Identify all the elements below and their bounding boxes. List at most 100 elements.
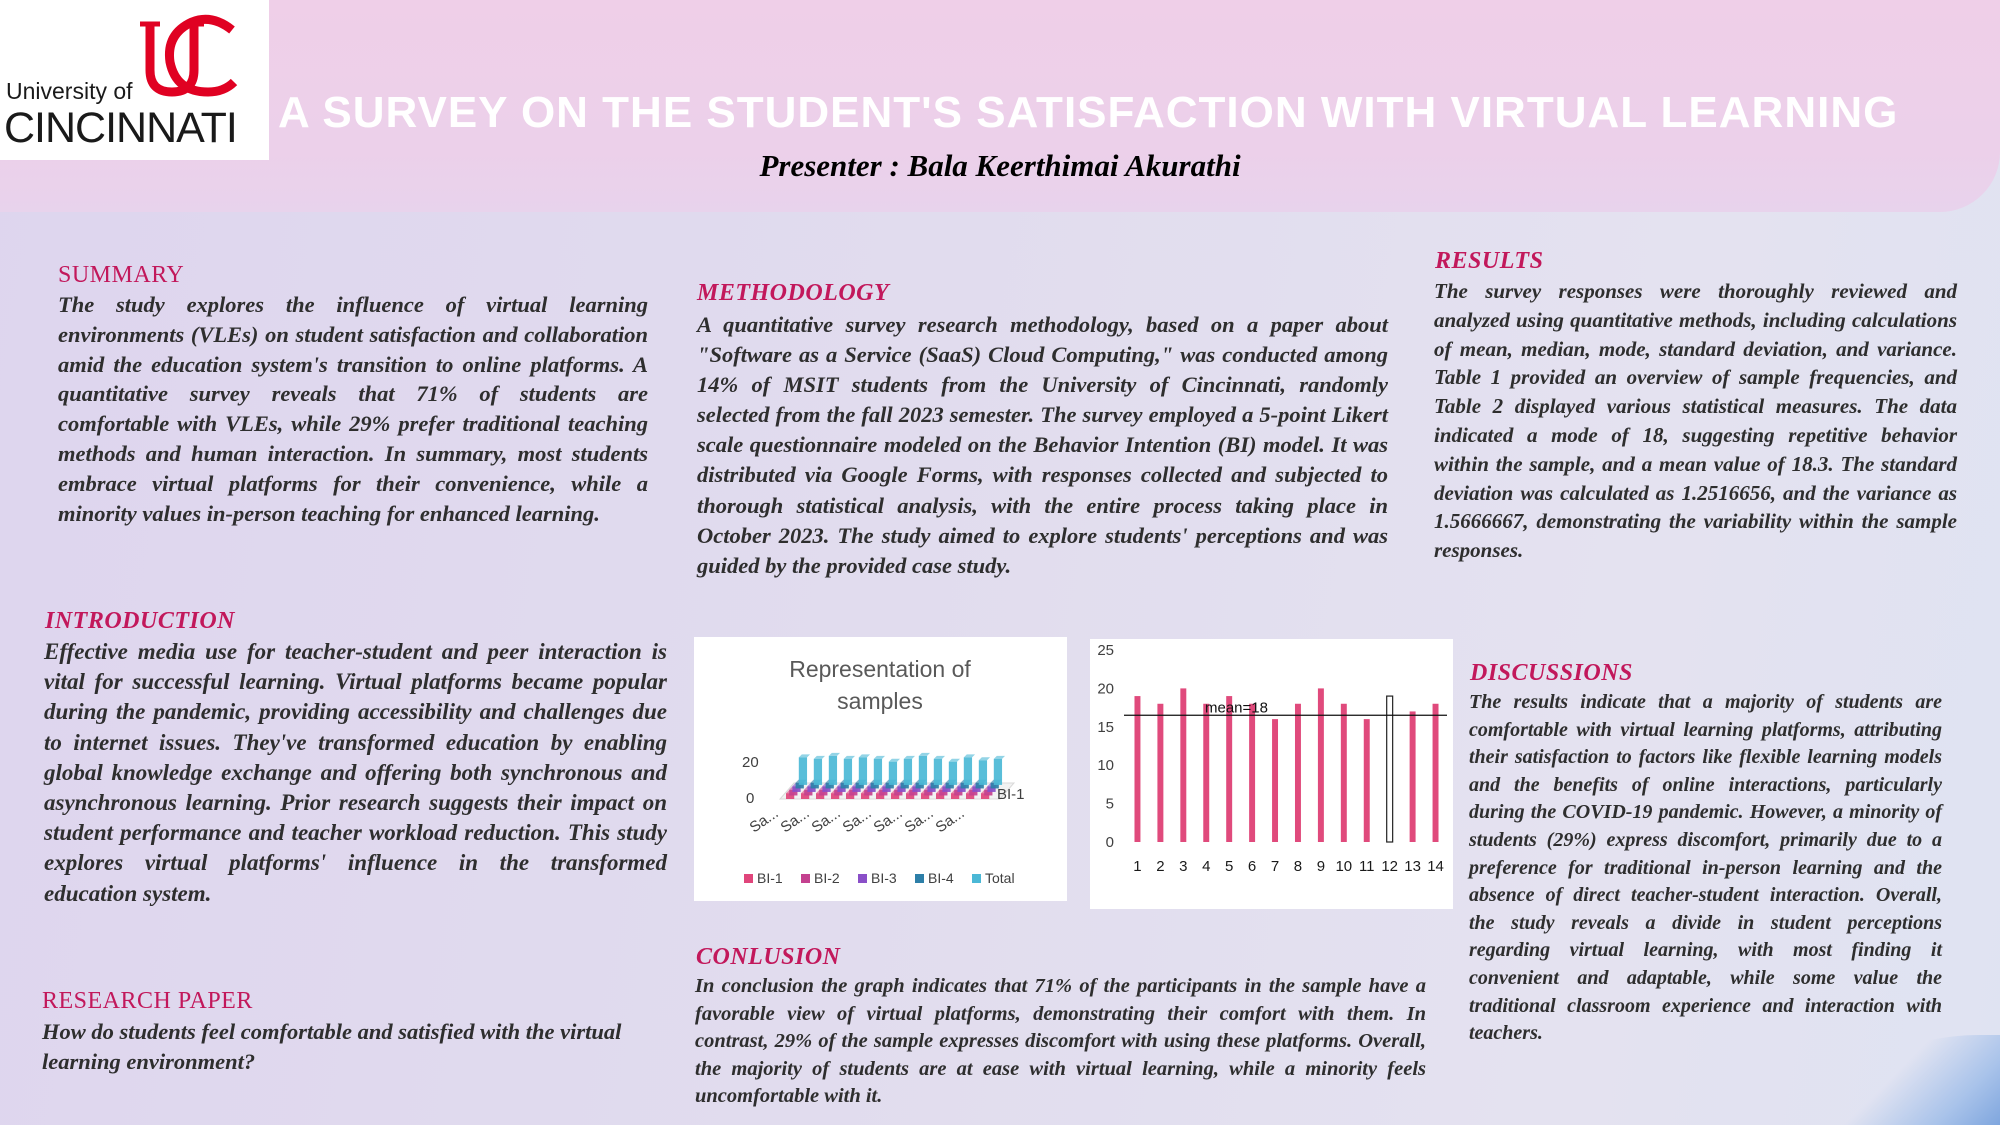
chart2-xtick-8: 8 [1294,858,1302,875]
introduction-text: Effective media use for teacher-student … [44,639,667,906]
summary-text: The study explores the influence of virt… [58,292,648,526]
chart2-bar-2 [1157,703,1164,842]
chart1-bar-top-total-8 [903,755,916,759]
chart1-xtick-2: Sa... [778,805,813,837]
frequency-chart: 0 5 10 15 20 25 1 2 3 4 5 6 7 8 9 10 11 12 13 14 mean=18 [1090,639,1453,909]
chart2-mean-label: mean=18 [1205,699,1268,716]
chart1-bar-total-3 [828,755,838,785]
corner-decoration [1830,1035,2000,1125]
chart2-bar-14 [1432,703,1439,842]
chart1-legend-swatch-total [972,874,981,883]
chart1-bar-top-total-2 [813,755,826,759]
chart2-ytick-10: 10 [1097,757,1114,774]
chart2-bar-6 [1249,703,1256,842]
chart2-xtick-7: 7 [1271,858,1279,875]
chart2-xtick-12: 12 [1381,858,1398,875]
chart1-bar-total-13 [978,760,988,785]
poster-title: A SURVEY ON THE STUDENT'S SATISFACTION W… [278,88,1899,137]
chart2-bar-13 [1409,711,1416,842]
research-paper-heading: RESEARCH PAPER [42,988,253,1014]
chart1-bar-total-1 [798,757,808,785]
frequency-chart-svg: 05101520251 2 3 4 5 6 7 8 9 10 11 12 13 14mean=18 [1097,642,1447,875]
samples-chart: Representation of samples 20 0 BI-1 Sa... Sa… [694,637,1067,901]
chart1-bar-top-total-12 [963,754,976,758]
discussions-heading: DISCUSSIONS [1470,660,1633,686]
chart2-ytick-15: 15 [1097,719,1114,736]
chart2-bar-1 [1134,696,1141,842]
chart1-bar-top-total-1 [798,754,811,758]
chart2-bar-3 [1180,688,1187,842]
chart1-bar-top-total-5 [858,754,871,758]
chart1-bar-total-10 [933,758,943,785]
chart2-ytick-5: 5 [1106,796,1114,813]
chart1-xtick-6: Sa... [902,805,937,837]
chart1-ytick-0: 0 [746,790,754,807]
chart2-xtick-6: 6 [1248,858,1256,875]
logo-line-1: University of [6,78,133,104]
chart2-xtick-13: 13 [1404,858,1421,875]
chart2-xtick-10: 10 [1335,858,1352,875]
chart1-bar-top-total-10 [933,755,946,759]
chart1-bar-total-4 [843,758,853,785]
chart2-ytick-25: 25 [1097,642,1114,659]
chart2-bar-5 [1226,696,1233,842]
chart1-depth-label: BI-1 [997,786,1025,803]
introduction-heading: INTRODUCTION [45,608,236,634]
chart2-xtick-2: 2 [1156,858,1164,875]
chart2-bar-7 [1272,719,1279,842]
conclusion-heading: CONLUSION [696,944,841,970]
discussions-text: The results indicate that a majority of … [1469,691,1942,1045]
research-paper-text: How do students feel comfortable and sat… [42,1019,622,1074]
methodology-heading: METHODOLOGY [697,280,890,306]
chart1-bar-total-11 [948,761,958,785]
conclusion-text: In conclusion the graph indicates that 7… [695,975,1426,1107]
results-heading: RESULTS [1435,248,1544,274]
chart1-bar-top-total-11 [948,758,961,762]
chart1-bar-total-2 [813,758,823,785]
chart2-bar-4 [1203,703,1210,842]
chart1-bar-total-7 [888,761,898,785]
chart2-xtick-9: 9 [1317,858,1325,875]
chart-title-line-1: Representation of [789,656,971,682]
samples-chart-svg: Representation of samples 200 BI-1Sa...Sa… [742,656,1025,886]
chart1-bar-top-total-9 [918,752,931,756]
chart1-ytick-20: 20 [742,754,759,771]
chart1-xtick-7: Sa... [933,805,968,837]
university-logo: University of CINCINNATI [0,0,269,160]
chart1-xtick-4: Sa... [840,805,875,837]
results-text: The survey responses were thoroughly rev… [1434,279,1957,563]
chart2-bar-12 [1386,695,1394,843]
chart1-legend-swatch-bi-1 [744,874,753,883]
chart1-bar-total-12 [963,757,973,785]
chart1-bar-top-total-4 [843,755,856,759]
chart1-bar-total-5 [858,757,868,785]
presenter-line: Presenter : Bala Keerthimai Akurathi [759,148,1241,183]
chart2-bar-10 [1340,703,1347,842]
chart2-xtick-3: 3 [1179,858,1187,875]
chart1-xtick-3: Sa... [809,805,844,837]
chart1-legend-bi-2: BI-2 [814,870,840,886]
chart2-xtick-14: 14 [1427,858,1444,875]
chart1-bar-top-total-6 [873,755,886,759]
chart1-bar-total-14 [993,758,1003,785]
chart2-xtick-4: 4 [1202,858,1210,875]
chart2-xtick-1: 1 [1133,858,1141,875]
chart-title-line-2: samples [837,688,923,714]
chart1-bar-total-8 [903,758,913,785]
chart1-bar-total-6 [873,758,883,785]
chart2-ytick-20: 20 [1097,680,1114,697]
chart1-bar-top-total-13 [978,757,991,761]
methodology-text: A quantitative survey research methodolo… [697,312,1388,578]
chart1-xtick-5: Sa... [871,805,906,837]
chart1-legend-swatch-bi-2 [801,874,810,883]
logo-line-2: CINCINNATI [4,104,238,152]
chart1-legend-bi-4: BI-4 [928,870,954,886]
chart1-xtick-1: Sa... [747,805,782,837]
chart2-xtick-11: 11 [1359,858,1375,875]
chart1-legend-bi-3: BI-3 [871,870,897,886]
summary-heading: SUMMARY [58,262,185,288]
chart2-xtick-5: 5 [1225,858,1233,875]
chart1-bar-top-total-7 [888,758,901,762]
chart2-bar-8 [1294,703,1301,842]
chart1-legend-total: Total [985,870,1015,886]
